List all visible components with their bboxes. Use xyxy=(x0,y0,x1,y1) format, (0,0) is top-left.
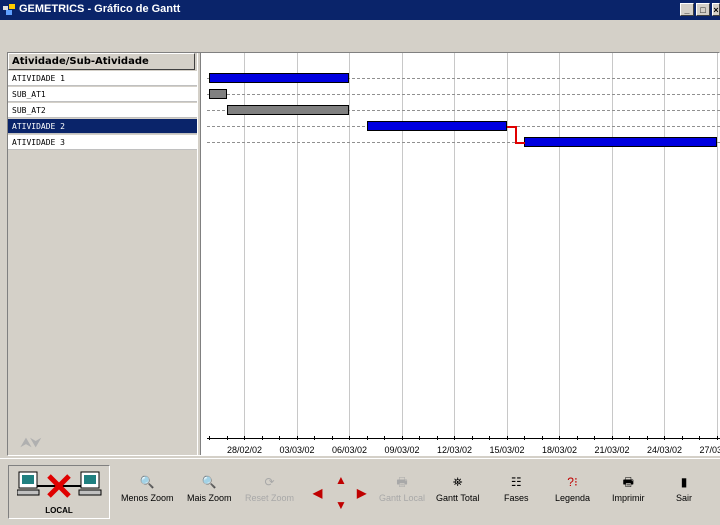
arrow-right-icon[interactable]: ▶ xyxy=(357,487,366,499)
axis-tick xyxy=(542,436,543,440)
arrow-down-icon[interactable]: ▼ xyxy=(335,499,347,511)
gantt-local-label: Gantt Local xyxy=(379,493,425,503)
zoom-out-icon: 🔍 xyxy=(121,474,174,490)
list-header[interactable]: Atividade/Sub-Atividade xyxy=(8,53,195,70)
gantt-bar[interactable] xyxy=(209,73,349,83)
minimize-button[interactable]: _ xyxy=(680,3,694,16)
axis-tick xyxy=(402,436,403,440)
local-network-button[interactable]: LOCAL xyxy=(8,465,110,519)
tick-label: 12/03/02 xyxy=(437,445,472,455)
list-item[interactable]: SUB_AT1 xyxy=(8,87,197,102)
dependency-connector xyxy=(515,142,526,144)
scroll-arrows-icon[interactable]: ⮝⮟ xyxy=(20,434,40,451)
axis-tick xyxy=(227,436,228,440)
tick-label: 28/02/02 xyxy=(227,445,262,455)
tick-label: 06/03/02 xyxy=(332,445,367,455)
reset-zoom-button[interactable]: ⟳ Reset Zoom xyxy=(245,474,294,503)
phases-label: Fases xyxy=(504,493,529,503)
close-button[interactable]: × xyxy=(712,3,720,16)
gantt-local-button[interactable]: 🖶 Gantt Local xyxy=(379,474,425,503)
axis-tick xyxy=(472,436,473,440)
axis-tick xyxy=(629,436,630,440)
axis-tick xyxy=(332,436,333,440)
tick-label: 15/03/02 xyxy=(490,445,525,455)
phases-button[interactable]: ☷ Fases xyxy=(504,474,529,503)
menu-band xyxy=(0,20,720,48)
axis-tick xyxy=(507,436,508,440)
gantt-bar[interactable] xyxy=(209,89,227,99)
zoom-in-icon: 🔍 xyxy=(187,474,232,490)
zoom-in-label: Mais Zoom xyxy=(187,493,232,503)
list-item[interactable]: ATIVIDADE 1 xyxy=(8,71,197,86)
reset-zoom-label: Reset Zoom xyxy=(245,493,294,503)
axis-tick xyxy=(664,436,665,440)
axis-tick xyxy=(419,436,420,440)
gantt-total-icon: ⛯ xyxy=(436,474,479,490)
gantt-chart xyxy=(201,53,720,436)
date-axis: 28/02/02 03/03/02 06/03/02 09/03/02 12/03/02… xyxy=(201,436,720,456)
local-label: LOCAL xyxy=(9,506,109,515)
print-label: Imprimir xyxy=(612,493,645,503)
axis-tick xyxy=(524,436,525,440)
gantt-total-label: Gantt Total xyxy=(436,493,479,503)
axis-tick xyxy=(349,436,350,440)
axis-tick xyxy=(647,436,648,440)
axis-tick xyxy=(577,436,578,440)
axis-tick xyxy=(244,436,245,440)
gantt-total-button[interactable]: ⛯ Gantt Total xyxy=(436,474,479,503)
window-title: GEMETRICS - Gráfico de Gantt xyxy=(19,3,180,15)
list-item-selected[interactable]: ATIVIDADE 2 xyxy=(8,119,197,134)
phases-icon: ☷ xyxy=(504,474,529,490)
zoom-out-button[interactable]: 🔍 Menos Zoom xyxy=(121,474,174,503)
legend-label: Legenda xyxy=(555,493,590,503)
print-button[interactable]: 🖶 Imprimir xyxy=(612,474,645,503)
axis-tick xyxy=(454,436,455,440)
zoom-in-button[interactable]: 🔍 Mais Zoom xyxy=(187,474,232,503)
axis-tick xyxy=(437,436,438,440)
exit-label: Sair xyxy=(676,493,692,503)
tick-label: 21/03/02 xyxy=(595,445,630,455)
axis-tick xyxy=(699,436,700,440)
axis-line xyxy=(207,438,720,439)
axis-tick xyxy=(559,436,560,440)
axis-tick xyxy=(314,436,315,440)
activity-list: Atividade/Sub-Atividade ATIVIDADE 1 SUB_… xyxy=(8,53,197,455)
tick-label: 18/03/02 xyxy=(542,445,577,455)
axis-tick xyxy=(489,436,490,440)
network-disconnected-icon xyxy=(17,470,103,504)
axis-tick xyxy=(612,436,613,440)
reset-zoom-icon: ⟳ xyxy=(245,474,294,490)
axis-tick xyxy=(717,436,718,440)
title-bar: GEMETRICS - Gráfico de Gantt _ □ × xyxy=(0,0,720,20)
gantt-bar[interactable] xyxy=(227,105,350,115)
print-icon: 🖶 xyxy=(612,474,645,490)
arrow-left-icon[interactable]: ◀ xyxy=(313,487,322,499)
list-item[interactable]: ATIVIDADE 3 xyxy=(8,135,197,150)
axis-tick xyxy=(682,436,683,440)
axis-tick xyxy=(384,436,385,440)
printer-icon: 🖶 xyxy=(379,474,425,490)
arrow-up-icon[interactable]: ▲ xyxy=(335,474,347,486)
tick-label: 24/03/02 xyxy=(647,445,682,455)
axis-tick xyxy=(297,436,298,440)
app-icon xyxy=(3,4,15,15)
tick-label: 09/03/02 xyxy=(385,445,420,455)
zoom-out-label: Menos Zoom xyxy=(121,493,174,503)
gantt-bar[interactable] xyxy=(524,137,717,147)
list-item[interactable]: SUB_AT2 xyxy=(8,103,197,118)
axis-tick xyxy=(262,436,263,440)
tick-label: 03/03/02 xyxy=(280,445,315,455)
gantt-bar[interactable] xyxy=(367,121,507,131)
axis-tick xyxy=(594,436,595,440)
legend-button[interactable]: ?⁝ Legenda xyxy=(555,474,590,503)
axis-tick xyxy=(209,436,210,440)
tick-label: 27/03 xyxy=(700,445,720,455)
axis-tick xyxy=(367,436,368,440)
legend-icon: ?⁝ xyxy=(555,474,590,490)
exit-icon: ▮ xyxy=(676,474,692,490)
axis-tick xyxy=(279,436,280,440)
row-guide xyxy=(207,94,720,95)
exit-button[interactable]: ▮ Sair xyxy=(676,474,692,503)
maximize-button[interactable]: □ xyxy=(696,3,710,16)
